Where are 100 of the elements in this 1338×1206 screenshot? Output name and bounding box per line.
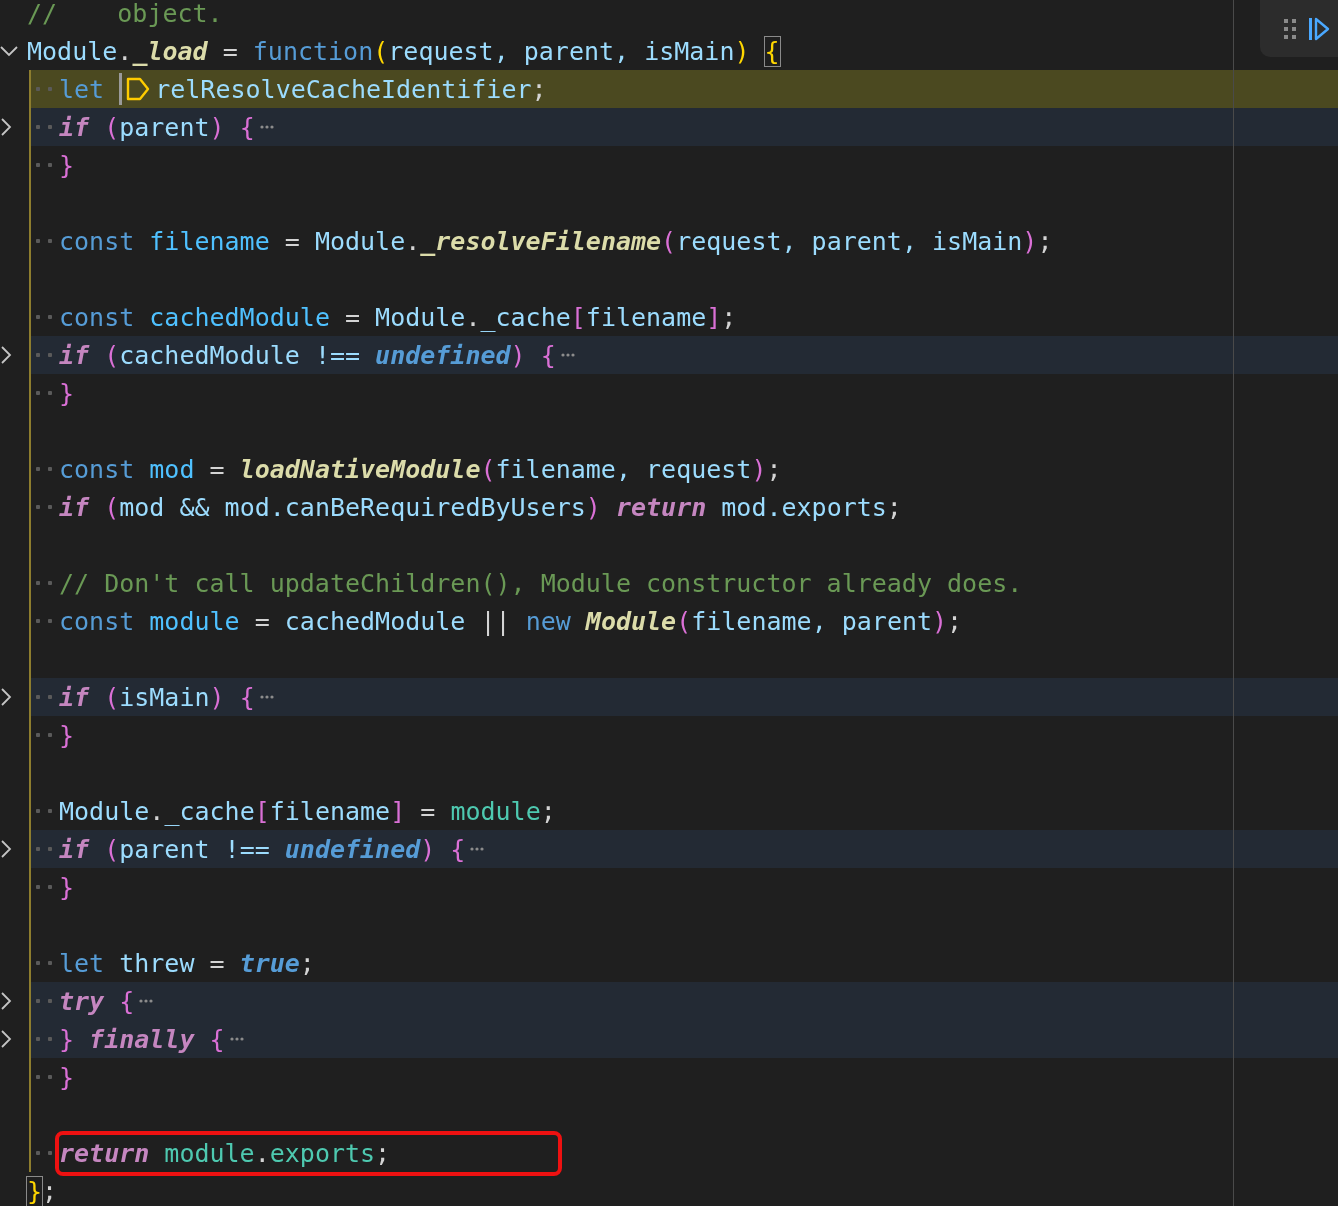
- code-token: (: [104, 492, 120, 522]
- code-token: (: [676, 606, 692, 636]
- code-token: ;: [540, 796, 556, 826]
- code-token: }: [59, 378, 75, 408]
- code-token: relResolveCacheIdentifier: [155, 74, 532, 104]
- code-token: const: [59, 302, 136, 332]
- code-token: ;: [1037, 226, 1053, 256]
- unfold-chevron-icon[interactable]: [0, 45, 18, 57]
- fold-ellipsis-icon[interactable]: [258, 694, 275, 700]
- code-token: ||: [479, 606, 512, 636]
- code-token: parent: [119, 112, 210, 142]
- code-token: filename: [269, 796, 391, 826]
- code-token: =: [221, 36, 239, 66]
- fold-ellipsis-icon[interactable]: [559, 352, 576, 358]
- code-token: ): [1022, 226, 1038, 256]
- code-token: undefined: [284, 834, 421, 864]
- code-token: (: [104, 834, 120, 864]
- fold-ellipsis-icon[interactable]: [258, 124, 275, 130]
- code-token: ): [585, 492, 602, 522]
- code-token: new: [525, 606, 572, 636]
- code-token: // object.: [27, 0, 223, 28]
- code-token: ;: [299, 948, 315, 978]
- code-token: const: [59, 454, 136, 484]
- code-token: if: [59, 834, 91, 864]
- code-token: =: [419, 796, 437, 826]
- code-token: _cache: [480, 302, 571, 332]
- code-token: (: [373, 36, 389, 66]
- code-token: cachedModule !==: [119, 340, 362, 370]
- code-token: ) {: [209, 112, 255, 142]
- code-token: [: [254, 796, 270, 826]
- fold-chevron-icon[interactable]: [0, 1029, 12, 1049]
- code-token: return: [615, 492, 708, 522]
- code-token: .: [254, 1138, 270, 1168]
- code-token: parent !==: [119, 834, 271, 864]
- code-token: .: [149, 796, 165, 826]
- code-token: filename: [149, 226, 270, 256]
- code-token: (: [480, 454, 496, 484]
- code-token: {: [209, 1024, 225, 1054]
- code-token: ;: [721, 302, 737, 332]
- code-token: _resolveFilename: [420, 226, 662, 256]
- code-token: exports: [269, 1138, 376, 1168]
- code-token: if: [59, 492, 91, 522]
- code-token: .: [465, 302, 481, 332]
- code-token: if: [59, 112, 91, 142]
- fold-chevron-icon[interactable]: [0, 991, 12, 1011]
- code-token: const: [59, 606, 136, 636]
- code-token: Module: [375, 302, 466, 332]
- code-token: ;: [531, 74, 547, 104]
- code-token: ): [751, 454, 767, 484]
- fold-chevron-icon[interactable]: [0, 687, 12, 707]
- code-token: ;: [42, 1176, 58, 1206]
- code-token: mod && mod.canBeRequiredByUsers: [119, 492, 586, 522]
- code-token: ): [734, 36, 751, 66]
- drag-handle-icon[interactable]: [1284, 18, 1296, 39]
- code-token: }: [59, 872, 75, 902]
- code-token: [: [570, 302, 586, 332]
- code-token: loadNativeModule: [239, 454, 481, 484]
- fold-ellipsis-icon[interactable]: [228, 1036, 245, 1042]
- code-token: module: [164, 1138, 255, 1168]
- code-token: filename, request: [495, 454, 752, 484]
- code-token: =: [208, 948, 226, 978]
- code-token: mod.exports: [721, 492, 887, 522]
- code-token: filename: [585, 302, 707, 332]
- code-token: true: [239, 948, 300, 978]
- code-token: Module: [27, 36, 118, 66]
- code-token: Module: [585, 606, 677, 636]
- code-token: threw: [119, 948, 195, 978]
- code-token: cachedModule: [149, 302, 330, 332]
- code-token: }: [59, 1062, 75, 1092]
- code-token: let: [59, 948, 106, 978]
- fold-chevron-icon[interactable]: [0, 117, 12, 137]
- matched-bracket: {: [764, 36, 780, 66]
- code-token: (: [104, 112, 120, 142]
- code-token: ]: [706, 302, 722, 332]
- fold-ellipsis-icon[interactable]: [469, 846, 486, 852]
- code-token: module: [450, 796, 541, 826]
- code-token: _cache: [164, 796, 255, 826]
- code-token: (: [661, 226, 677, 256]
- code-token: }: [59, 720, 75, 750]
- code-token: mod: [149, 454, 195, 484]
- fold-chevron-icon[interactable]: [0, 839, 12, 859]
- code-token: =: [283, 226, 301, 256]
- code-token: filename, parent: [691, 606, 933, 636]
- code-token: =: [344, 302, 362, 332]
- code-token: {: [119, 986, 135, 1016]
- code-token: (: [104, 682, 120, 712]
- code-token: Module: [314, 226, 406, 256]
- code-token: module: [149, 606, 240, 636]
- code-token: ;: [766, 454, 782, 484]
- code-token: if: [59, 682, 91, 712]
- code-token: try: [59, 986, 106, 1016]
- continue-icon[interactable]: [1308, 16, 1330, 41]
- code-token: _load: [132, 36, 208, 66]
- code-token: }: [59, 150, 75, 180]
- fold-chevron-icon[interactable]: [0, 345, 12, 365]
- code-token: Module: [59, 796, 150, 826]
- code-token: if: [59, 340, 91, 370]
- inline-breakpoint-icon[interactable]: [125, 76, 152, 102]
- code-token: .: [117, 36, 133, 66]
- fold-ellipsis-icon[interactable]: [138, 998, 155, 1004]
